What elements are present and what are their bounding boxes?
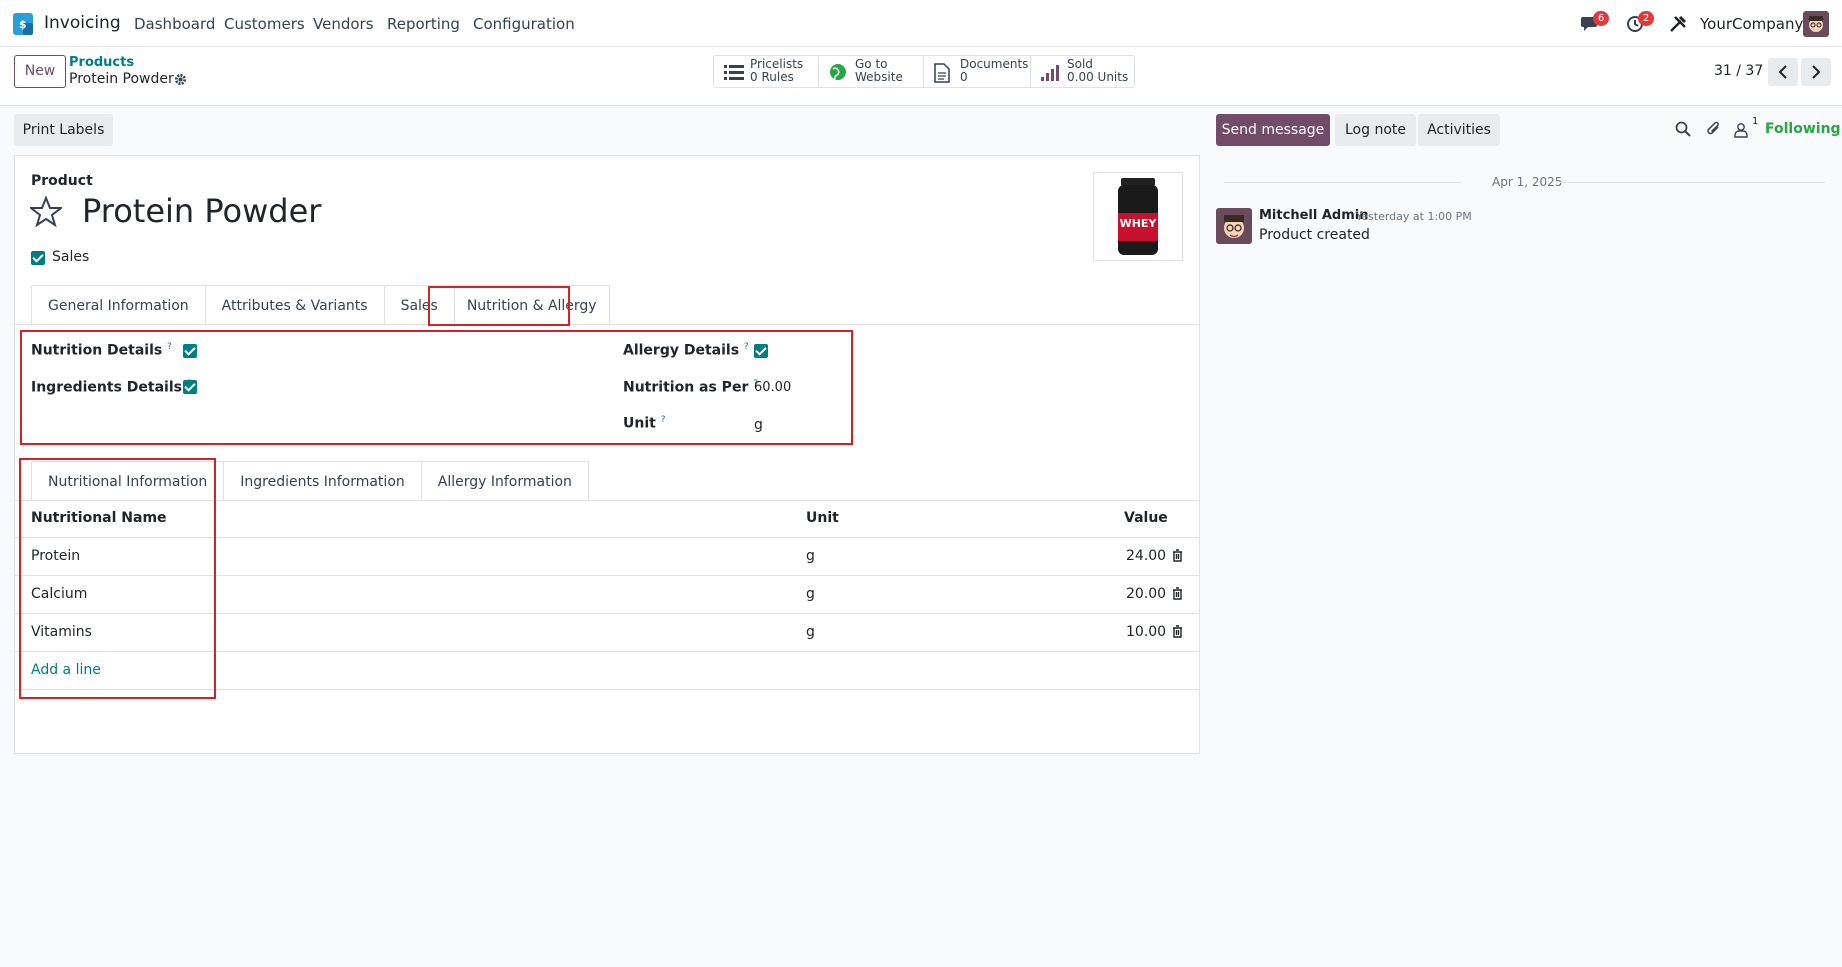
document-icon [934,63,950,83]
row-value[interactable]: 10.00 [1126,624,1166,640]
whey-jar-image: WHEY [1118,178,1158,255]
globe-icon [830,64,846,80]
messages-badge: 6 [1593,11,1609,26]
trash-icon[interactable] [1172,587,1183,600]
image-label: WHEY [1120,217,1158,230]
company-switcher[interactable]: YourCompany [1700,15,1803,33]
menu-reporting[interactable]: Reporting [387,15,460,33]
author-avatar[interactable] [1216,208,1252,244]
row-value[interactable]: 20.00 [1126,586,1166,602]
chevron-right-icon [1812,65,1821,79]
menu-dashboard[interactable]: Dashboard [134,15,215,33]
top-navbar: $ Invoicing Dashboard Customers Vendors … [0,0,1842,47]
activities-button[interactable]: Activities [1418,114,1500,146]
control-panel: New Products Protein Powder Pricelists 0… [0,47,1842,106]
row-unit[interactable]: g [806,548,815,564]
trash-icon[interactable] [1172,549,1183,562]
column-header-value[interactable]: Value [1124,510,1168,526]
bar-chart-icon [1041,65,1059,81]
user-avatar[interactable] [1803,11,1829,37]
documents-label: Documents [960,57,1029,71]
breadcrumb-current: Protein Powder [69,71,174,87]
activities-badge: 2 [1638,11,1654,26]
paperclip-icon[interactable] [1706,121,1722,138]
menu-configuration[interactable]: Configuration [473,15,575,33]
breadcrumb-products[interactable]: Products [69,55,134,70]
list-icon [724,65,744,80]
pager-next-button[interactable] [1801,58,1831,86]
row-unit[interactable]: g [806,586,815,602]
documents-button[interactable]: Documents 0 [924,56,1031,87]
search-icon[interactable] [1675,121,1691,137]
followers-icon[interactable] [1734,122,1748,138]
log-note-button[interactable]: Log note [1335,114,1416,146]
highlight-nutritional-table [19,458,216,699]
tab-allergy-information[interactable]: Allergy Information [420,461,589,501]
new-button[interactable]: New [14,55,66,88]
star-icon[interactable] [30,196,62,227]
pager-value[interactable]: 31 / 37 [1714,63,1763,79]
date-divider-left [1224,182,1461,183]
send-message-button[interactable]: Send message [1216,114,1330,146]
go-to-website-button[interactable]: Go to Website [819,56,924,87]
highlight-fields [20,330,853,445]
print-labels-button[interactable]: Print Labels [14,114,113,146]
message-date: Apr 1, 2025 [1492,175,1563,189]
trash-icon[interactable] [1172,625,1183,638]
row-unit[interactable]: g [806,624,815,640]
tab-general-information[interactable]: General Information [31,285,206,325]
message-author[interactable]: Mitchell Admin [1259,208,1368,223]
chevron-left-icon [1778,65,1787,79]
sold-button[interactable]: Sold 0.00 Units [1031,56,1134,87]
tools-icon[interactable] [1669,15,1687,33]
column-header-unit[interactable]: Unit [806,510,839,526]
invoicing-app-icon[interactable]: $ [13,13,33,35]
tab-ingredients-information[interactable]: Ingredients Information [223,461,422,501]
sales-checkbox[interactable] [31,251,45,265]
menu-customers[interactable]: Customers [224,15,305,33]
date-divider-right [1560,182,1825,183]
menu-vendors[interactable]: Vendors [313,15,374,33]
highlight-nutrition-tab [428,286,570,326]
tabs-divider [14,324,1200,325]
following-button[interactable]: Following [1765,121,1841,137]
message-time: Yesterday at 1:00 PM [1356,210,1472,223]
website-value: Website [855,70,903,84]
row-value[interactable]: 24.00 [1126,548,1166,564]
smart-buttons: Pricelists 0 Rules Go to Website Documen… [713,55,1135,88]
documents-value: 0 [960,70,968,84]
product-name[interactable]: Protein Powder [82,192,321,230]
product-field-label: Product [31,173,93,189]
gear-icon[interactable] [174,73,187,86]
followers-count: 1 [1752,116,1759,127]
tab-attributes-variants[interactable]: Attributes & Variants [204,285,385,325]
pager-previous-button[interactable] [1768,58,1798,86]
sales-checkbox-label: Sales [52,249,90,265]
message-body: Product created [1259,227,1370,243]
app-name[interactable]: Invoicing [44,13,121,33]
pricelists-button[interactable]: Pricelists 0 Rules [714,56,819,87]
pricelists-value: 0 Rules [750,70,794,84]
svg-text:$: $ [19,18,27,31]
product-image[interactable]: WHEY [1093,172,1183,261]
sold-value: 0.00 Units [1067,70,1129,84]
